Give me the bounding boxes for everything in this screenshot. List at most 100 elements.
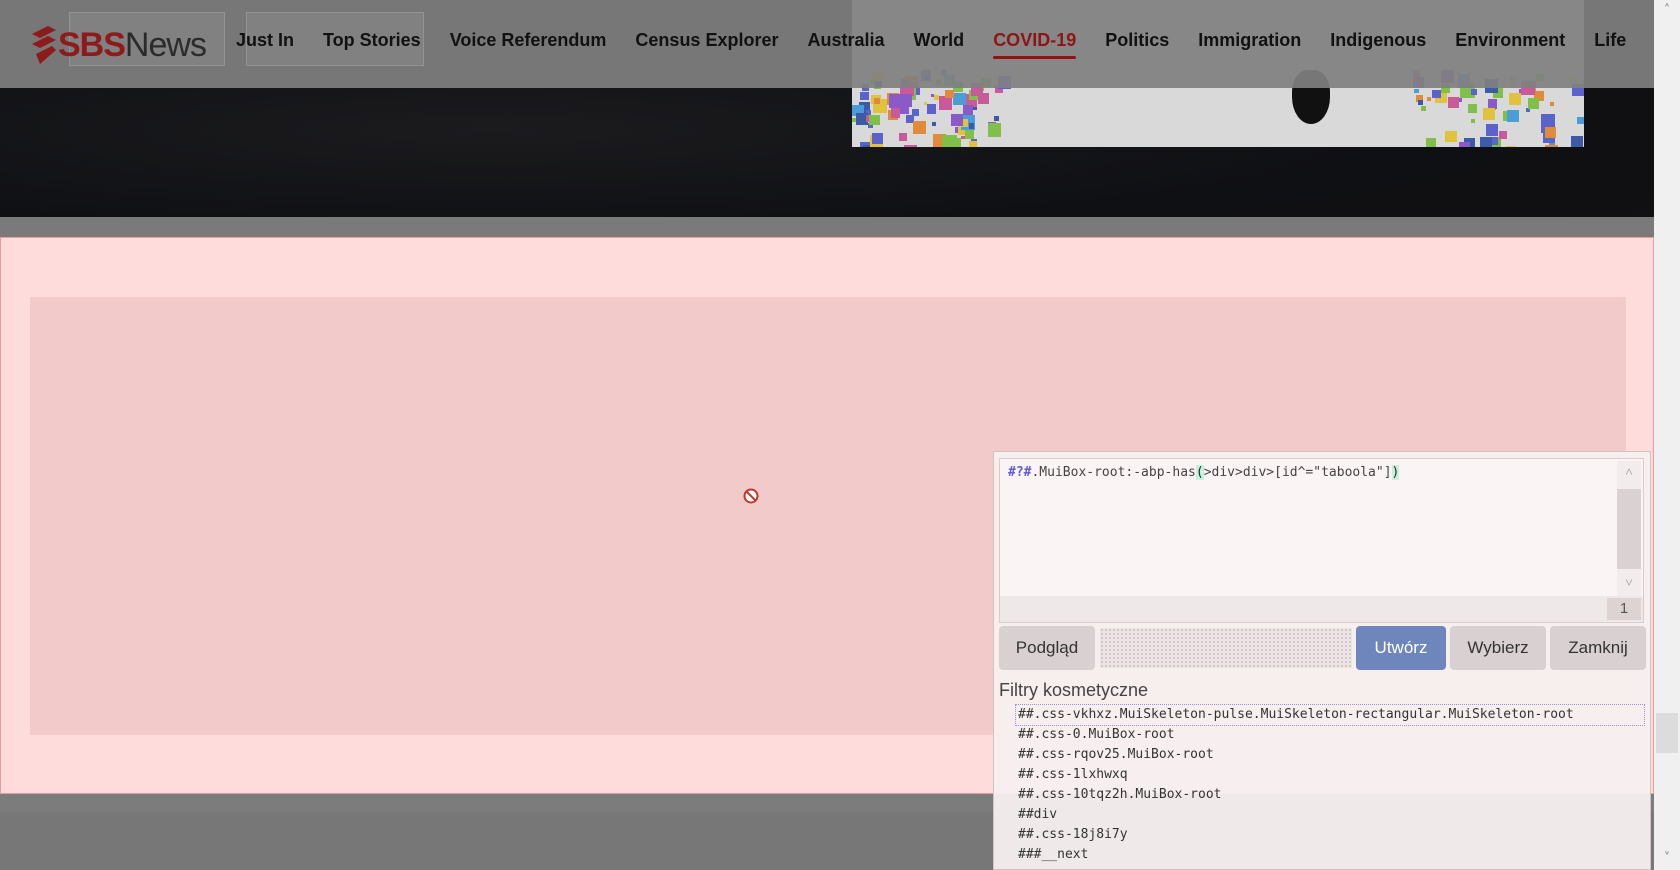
hero-image-square [890, 108, 900, 118]
filter-selector: .MuiBox-root:-abp-has [1031, 465, 1196, 480]
filter-list-item[interactable]: ###__next [1016, 845, 1644, 865]
hero-image-square [1544, 144, 1559, 147]
hero-image-square [977, 92, 990, 104]
pick-button[interactable]: Wybierz [1450, 626, 1546, 670]
chevron-up-icon[interactable]: ˄ [1617, 461, 1641, 485]
status-area [1100, 628, 1352, 668]
hero-image-square [963, 105, 973, 115]
hero-image-square [874, 97, 881, 104]
hero-image-square [1421, 105, 1426, 111]
page-scrollbar[interactable]: ˄ ˅ [1654, 0, 1680, 870]
hero-image-square [1487, 99, 1498, 109]
paren-close: ) [1391, 465, 1400, 480]
nav-menu: Just In Top Stories Voice Referendum Census… [236, 30, 1655, 59]
hero-image-square [1577, 116, 1584, 124]
nav-item-immigration[interactable]: Immigration [1198, 30, 1301, 59]
hero-image-square [945, 89, 954, 98]
chevron-down-icon[interactable]: ˅ [1654, 848, 1680, 870]
hero-image-square [872, 132, 884, 144]
hero-image-square [1544, 126, 1557, 138]
nav-item-top-stories[interactable]: Top Stories [323, 30, 421, 59]
hero-image-square [932, 122, 937, 127]
filter-list-item[interactable]: ##.css-vkhxz.MuiSkeleton-pulse.MuiSkelet… [1015, 704, 1645, 726]
hero-image-square [1447, 96, 1460, 109]
hero-image-square [904, 145, 917, 147]
cosmetic-filters-title: Filtry kosmetyczne [999, 680, 1149, 700]
editor-scrollbar-thumb[interactable] [1617, 489, 1641, 569]
nav-item-politics[interactable]: Politics [1105, 30, 1169, 59]
hero-image-square [1471, 118, 1476, 123]
hero-image-square [1505, 146, 1517, 147]
hero-image-square [926, 104, 937, 114]
hero-image-square [1445, 130, 1457, 143]
filter-list-item[interactable]: ##.css-1lxhwxq [1016, 765, 1644, 785]
line-count: 1 [1607, 598, 1641, 620]
hero-image-square [931, 94, 935, 98]
hero-image-square [1471, 89, 1478, 95]
filter-list-item[interactable]: ##.css-10tqz2h.MuiBox-root [1016, 785, 1644, 805]
hero-image-square [1459, 141, 1471, 147]
hero-image-square [1480, 137, 1492, 147]
hero-image-square [950, 114, 963, 127]
hero-image-square [1498, 131, 1507, 140]
filter-list-item[interactable]: ##.css-rqov25.MuiBox-root [1016, 745, 1644, 765]
hero-image-square [912, 120, 927, 135]
editor-status-bar: 1 [1000, 596, 1643, 622]
hero-image-square [968, 141, 977, 147]
nav-item-environment[interactable]: Environment [1455, 30, 1565, 59]
hero-image-square [859, 91, 869, 101]
logo-text-sbs: SBS [58, 25, 126, 64]
hero-image-square [1508, 92, 1522, 106]
sbs-logo-icon [32, 26, 56, 64]
hero-image-square [969, 123, 975, 129]
create-button[interactable]: Utwórz [1356, 626, 1446, 670]
filter-editor[interactable]: #?#.MuiBox-root:-abp-has(>div>div>[id^="… [999, 458, 1644, 623]
filter-prefix: #?# [1008, 465, 1032, 480]
close-button[interactable]: Zamknij [1550, 626, 1646, 670]
sbs-news-logo[interactable]: SBS News [30, 22, 207, 68]
hero-image-square [1485, 123, 1498, 137]
hero-image-square [961, 135, 965, 139]
paren-open: ( [1195, 465, 1204, 480]
hero-image-square [898, 132, 908, 142]
hero-image-square [899, 94, 913, 108]
hero-image-square [1418, 99, 1424, 106]
hero-image-square [994, 115, 1000, 121]
hero-image-square [964, 130, 974, 140]
nav-item-census-explorer[interactable]: Census Explorer [635, 30, 778, 59]
hero-image-square [1427, 97, 1432, 102]
logo-text-news: News [124, 25, 207, 64]
hero-image-square [1467, 103, 1477, 113]
nav-item-australia[interactable]: Australia [807, 30, 884, 59]
no-entry-icon [743, 488, 759, 504]
filter-text[interactable]: #?#.MuiBox-root:-abp-has(>div>div>[id^="… [1008, 465, 1400, 480]
nav-item-world[interactable]: World [914, 30, 965, 59]
nav-item-life[interactable]: Life [1594, 30, 1626, 59]
page-divider [0, 217, 1654, 237]
nav-item-just-in[interactable]: Just In [236, 30, 294, 59]
chevron-down-icon[interactable]: ˅ [1617, 572, 1641, 596]
hero-image-square [1550, 101, 1555, 106]
hero-image-square [1527, 97, 1540, 110]
nav-item-voice-referendum[interactable]: Voice Referendum [450, 30, 607, 59]
preview-button[interactable]: Podgląd [999, 626, 1095, 670]
nav-item-indigenous[interactable]: Indigenous [1330, 30, 1426, 59]
editor-scrollbar[interactable]: ˄ ˅ [1617, 461, 1641, 596]
site-nav-bar: SBS News Just In Top Stories Voice Referen… [0, 0, 1654, 88]
nav-item-covid-19[interactable]: COVID-19 [993, 30, 1077, 59]
filter-list-item[interactable]: ##div [1016, 805, 1644, 825]
hero-image-square [1571, 136, 1584, 147]
filter-list-item[interactable]: ##.css-18j8i7y [1016, 825, 1644, 845]
hero-image-square [1414, 88, 1419, 94]
filter-list-item[interactable]: ##.css-0.MuiBox-root [1016, 725, 1644, 745]
hero-image-square [1483, 108, 1495, 120]
hero-image-square [938, 96, 953, 110]
chevron-up-icon[interactable]: ˄ [1654, 0, 1680, 22]
scrollbar-thumb[interactable] [1656, 713, 1678, 753]
filter-composer-dialog: #?#.MuiBox-root:-abp-has(>div>div>[id^="… [993, 451, 1651, 870]
hero-image-square [869, 114, 880, 126]
hero-image-square [1507, 109, 1520, 122]
hero-image-square [987, 123, 1002, 137]
hero-image-square [942, 134, 957, 147]
cosmetic-filter-list: ##.css-vkhxz.MuiSkeleton-pulse.MuiSkelet… [1015, 704, 1645, 865]
